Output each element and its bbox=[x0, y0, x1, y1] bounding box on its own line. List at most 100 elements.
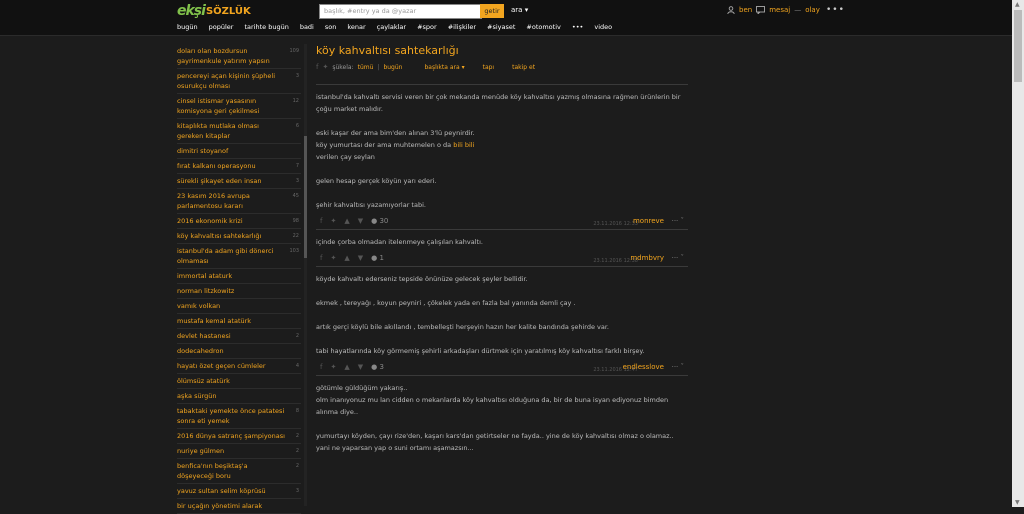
downvote-icon[interactable]: ▼ bbox=[358, 361, 363, 373]
sidebar-topic-item[interactable]: tabaktaki yemekte önce patatesi sonra et… bbox=[177, 404, 301, 429]
sidebar-scroll-thumb[interactable] bbox=[304, 136, 307, 258]
nav-otomotiv[interactable]: #otomotiv bbox=[526, 23, 560, 31]
sidebar-topic-label: köy kahvaltısı sahtekarlığı bbox=[177, 232, 262, 240]
downvote-icon[interactable]: ▼ bbox=[358, 215, 363, 227]
topic-title[interactable]: köy kahvaltısı sahtekarlığı bbox=[316, 44, 688, 58]
sidebar-topic-item[interactable]: mustafa kemal atatürk bbox=[177, 314, 301, 329]
sidebar-topic-count: 2 bbox=[295, 463, 299, 469]
sidebar-topic-item[interactable]: dimitri stoyanof bbox=[177, 144, 301, 159]
sidebar-topic-item[interactable]: nuriye gülmen 2 bbox=[177, 444, 301, 459]
sidebar-topic-label: devlet hastanesi bbox=[177, 332, 231, 340]
sidebar-topic-item[interactable]: 2016 ekonomik krizi 98 bbox=[177, 214, 301, 229]
sidebar-topic-item[interactable]: yavuz sultan selim köprüsü 3 bbox=[177, 484, 301, 499]
sidebar-topic-item[interactable]: immortal ataturk bbox=[177, 269, 301, 284]
sidebar-topic-label: hayatı özet geçen cümleler bbox=[177, 362, 266, 370]
sidebar-topic-item[interactable]: dodecahedron bbox=[177, 344, 301, 359]
more-menu-icon[interactable]: ••• bbox=[826, 6, 845, 15]
sukela-today-link[interactable]: bugün bbox=[383, 64, 402, 71]
sidebar-topic-item[interactable]: fırat kalkanı operasyonu 7 bbox=[177, 159, 301, 174]
sidebar-topic-count: 8 bbox=[295, 408, 299, 414]
entry-line bbox=[316, 333, 688, 345]
message-icon[interactable] bbox=[756, 6, 766, 14]
favorite-button[interactable]: ● 1 bbox=[371, 252, 384, 264]
upvote-icon[interactable]: ▲ bbox=[344, 215, 349, 227]
nav-iliskiler[interactable]: #ilişkiler bbox=[448, 23, 476, 31]
entry-text: şehir kahvaltısı yazamıyorlar tabi. bbox=[316, 201, 426, 209]
search-dropdown[interactable]: ara ▾ bbox=[511, 6, 528, 14]
sidebar-scrollbar[interactable] bbox=[304, 44, 307, 506]
entry-line bbox=[316, 115, 688, 127]
scroll-up-icon[interactable]: ▲ bbox=[1015, 1, 1020, 8]
downvote-icon[interactable]: ▼ bbox=[358, 252, 363, 264]
twitter-icon[interactable]: ✦ bbox=[330, 252, 336, 264]
tapi-link[interactable]: tapı bbox=[483, 64, 495, 71]
bkz-link[interactable]: bili bili bbox=[453, 141, 474, 149]
search-dropdown-label: ara bbox=[511, 6, 523, 14]
events-link[interactable]: olay bbox=[805, 6, 820, 14]
page-scroll-thumb[interactable] bbox=[1014, 10, 1022, 82]
sidebar-topic-item[interactable]: pencereyi açan kişinin şüpheli osurukçu … bbox=[177, 69, 301, 94]
sidebar-topic-count: 109 bbox=[289, 48, 299, 54]
sidebar-topic-item[interactable]: devlet hastanesi 2 bbox=[177, 329, 301, 344]
nav-siyaset[interactable]: #siyaset bbox=[487, 23, 515, 31]
nav-kenar[interactable]: kenar bbox=[347, 23, 365, 31]
search-input[interactable]: başlık, #entry ya da @yazar bbox=[319, 4, 482, 19]
nav-more[interactable]: ••• bbox=[572, 23, 584, 31]
entry-date[interactable]: 23.11.2016 12:33 bbox=[593, 218, 638, 230]
nav-bugun[interactable]: bugün bbox=[177, 23, 198, 31]
sidebar-topic-item[interactable]: cinsel istismar yasasının komisyona geri… bbox=[177, 94, 301, 119]
message-link[interactable]: mesaj bbox=[769, 6, 790, 14]
sidebar-topic-label: pencereyi açan kişinin şüpheli osurukçu … bbox=[177, 72, 276, 90]
favorite-count: 3 bbox=[379, 363, 384, 371]
sidebar-topic-item[interactable]: 2016 dünya satranç şampiyonası 2 bbox=[177, 429, 301, 444]
nav-spor[interactable]: #spor bbox=[417, 23, 437, 31]
entry-more-icon[interactable]: ··· ˇ bbox=[672, 215, 684, 227]
sidebar-topic-item[interactable]: norman litzkowitz bbox=[177, 284, 301, 299]
nav-tarihte-bugun[interactable]: tarihte bugün bbox=[244, 23, 288, 31]
entry-author[interactable]: mdmbvry bbox=[630, 252, 664, 264]
favorite-button[interactable]: ● 30 bbox=[371, 215, 388, 227]
sukela-all-link[interactable]: tümü bbox=[358, 64, 374, 71]
user-icon[interactable] bbox=[727, 6, 735, 14]
sidebar-topic-item[interactable]: köy kahvaltısı sahtekarlığı 22 bbox=[177, 229, 301, 244]
nav-son[interactable]: son bbox=[325, 23, 336, 31]
upvote-icon[interactable]: ▲ bbox=[344, 252, 349, 264]
site-logo[interactable]: ekşi SÖZLÜK bbox=[177, 3, 251, 19]
upvote-icon[interactable]: ▲ bbox=[344, 361, 349, 373]
twitter-icon[interactable]: ✦ bbox=[330, 215, 336, 227]
sidebar-topic-label: vamık volkan bbox=[177, 302, 221, 310]
sidebar-topic-item[interactable]: 23 kasım 2016 avrupa parlamentosu kararı… bbox=[177, 189, 301, 214]
facebook-icon[interactable]: f bbox=[320, 215, 322, 227]
sidebar-topic-item[interactable]: ölümsüz atatürk bbox=[177, 374, 301, 389]
sidebar-topic-item[interactable]: benfica'nın beşiktaş'a döşeyeceği boru 2 bbox=[177, 459, 301, 484]
twitter-icon[interactable]: ✦ bbox=[322, 63, 328, 71]
search-in-topic[interactable]: başlıkta ara ▾ bbox=[424, 64, 464, 71]
entry-more-icon[interactable]: ··· ˇ bbox=[672, 361, 684, 373]
sidebar-topic-item[interactable]: kitaplıkta mutlaka olması gereken kitapl… bbox=[177, 119, 301, 144]
scroll-down-icon[interactable]: ▼ bbox=[1015, 499, 1020, 506]
sidebar-topic-item[interactable]: vamık volkan bbox=[177, 299, 301, 314]
sidebar-topic-item[interactable]: hayatı özet geçen cümleler 4 bbox=[177, 359, 301, 374]
sidebar-topic-item[interactable]: sürekli şikayet eden insan 3 bbox=[177, 174, 301, 189]
facebook-icon[interactable]: f bbox=[316, 63, 318, 71]
user-link[interactable]: ben bbox=[739, 6, 752, 14]
follow-link[interactable]: takip et bbox=[512, 64, 535, 71]
entry-author[interactable]: endlesslove bbox=[623, 361, 664, 373]
twitter-icon[interactable]: ✦ bbox=[330, 361, 336, 373]
nav-populer[interactable]: popüler bbox=[209, 23, 234, 31]
nav-badi[interactable]: badi bbox=[300, 23, 314, 31]
favorite-button[interactable]: ● 3 bbox=[371, 361, 384, 373]
topic-subbar: f ✦ şükela: tümü | bugün başlıkta ara ▾ … bbox=[316, 62, 688, 72]
entry-author[interactable]: monreve bbox=[633, 215, 664, 227]
sidebar-topic-item[interactable]: istanbul'da adam gibi dönerci olmaması 10… bbox=[177, 244, 301, 269]
nav-video[interactable]: video bbox=[594, 23, 612, 31]
facebook-icon[interactable]: f bbox=[320, 361, 322, 373]
sidebar-topic-item[interactable]: aşka sürgün bbox=[177, 389, 301, 404]
search-button[interactable]: getir bbox=[480, 4, 504, 18]
entry-more-icon[interactable]: ··· ˇ bbox=[672, 252, 684, 264]
facebook-icon[interactable]: f bbox=[320, 252, 322, 264]
entry-line: köyde kahvaltı ederseniz tepside önünüze… bbox=[316, 273, 688, 285]
page-scrollbar[interactable]: ▲ ▼ bbox=[1012, 0, 1024, 507]
sidebar-topic-item[interactable]: doları olan bozdursun gayrimenkule yatır… bbox=[177, 44, 301, 69]
nav-caylaklar[interactable]: çaylaklar bbox=[377, 23, 406, 31]
